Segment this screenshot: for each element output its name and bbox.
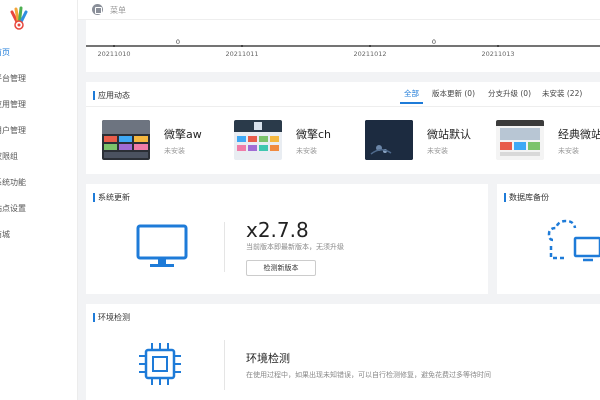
chart-card: 20211010 20211011 20211012 20211013 0 0 — [86, 20, 600, 72]
line-chart: 20211010 20211011 20211012 20211013 0 0 — [86, 38, 600, 58]
data-point — [113, 45, 115, 47]
divider — [224, 340, 225, 390]
app-status: 未安装 — [558, 147, 579, 155]
sidebar: 首页 平台管理 应用管理 用户管理 权限组 系统功能 站点设置 商城 — [0, 0, 78, 400]
divider — [86, 106, 600, 107]
x-tick-label: 20211012 — [353, 50, 386, 58]
version-note: 当前版本即最新版本，无须升级 — [246, 243, 344, 251]
sidebar-item-label: 系统功能 — [0, 178, 26, 187]
tab-all[interactable]: 全部 — [400, 88, 423, 104]
app-name: 经典微站 — [558, 128, 600, 141]
sidebar-item-label: 平台管理 — [0, 74, 26, 83]
monitor-icon — [136, 224, 188, 267]
sidebar-item-permissions[interactable]: 权限组 — [0, 144, 78, 170]
card-title: 环境检测 — [93, 313, 130, 322]
sidebar-item-label: 商城 — [0, 230, 10, 239]
app-status: 未安装 — [296, 147, 317, 155]
app-item[interactable]: 微擎aw 未安装 — [102, 120, 232, 164]
env-check-card: 环境检测 环境检测 在使用过程中，如果出现未知错误，可以自行检测修复，避免花费过… — [86, 304, 600, 400]
app-thumbnail — [102, 120, 150, 160]
app-name: 微站默认 — [427, 128, 471, 141]
sidebar-item-label: 站点设置 — [0, 204, 26, 213]
app-item[interactable]: 经典微站 未安装 — [496, 120, 600, 164]
sidebar-item-users[interactable]: 用户管理 — [0, 118, 78, 144]
data-point — [497, 45, 499, 47]
tab-branch-upgrade[interactable]: 分支升级 (0) — [488, 88, 531, 99]
card-title: 数据库备份 — [504, 193, 549, 202]
app-thumbnail — [496, 120, 544, 160]
data-label: 0 — [432, 38, 436, 46]
sidebar-item-site-settings[interactable]: 站点设置 — [0, 196, 78, 222]
x-tick-label: 20211010 — [97, 50, 130, 58]
app-name: 微擎ch — [296, 128, 332, 141]
menu-icon[interactable] — [92, 4, 103, 15]
sidebar-item-apps[interactable]: 应用管理 — [0, 92, 78, 118]
sidebar-item-store[interactable]: 商城 — [0, 222, 78, 248]
card-title: 系统更新 — [93, 193, 130, 202]
app-status: 未安装 — [164, 147, 185, 155]
sidebar-item-label: 应用管理 — [0, 100, 26, 109]
version-number: x2.7.8 — [246, 218, 309, 242]
data-point — [369, 45, 371, 47]
top-bar: 菜单 — [78, 0, 600, 20]
app-thumbnail — [234, 120, 282, 160]
sidebar-item-label: 用户管理 — [0, 126, 26, 135]
sidebar-item-system[interactable]: 系统功能 — [0, 170, 78, 196]
app-thumbnail — [365, 120, 413, 160]
sidebar-item-label: 权限组 — [0, 152, 18, 161]
divider — [224, 222, 225, 272]
top-bar-text: 菜单 — [110, 6, 126, 15]
tab-version-update[interactable]: 版本更新 (0) — [432, 88, 475, 99]
system-update-card: 系统更新 x2.7.8 当前版本即最新版本，无须升级 检测新版本 — [86, 184, 488, 294]
chip-icon — [139, 343, 181, 385]
x-tick-label: 20211013 — [481, 50, 514, 58]
card-title: 应用动态 — [93, 91, 130, 100]
app-dynamics-card: 应用动态 全部 版本更新 (0) 分支升级 (0) 未安装 (22) 微擎aw … — [86, 82, 600, 174]
data-point — [241, 45, 243, 47]
logo-icon — [10, 6, 28, 30]
data-label: 0 — [176, 38, 180, 46]
app-item[interactable]: 微擎ch 未安装 — [234, 120, 364, 164]
db-backup-card: 数据库备份 — [497, 184, 600, 294]
env-note: 在使用过程中，如果出现未知错误，可以自行检测修复，避免花费过多等待时间 — [246, 371, 491, 379]
sidebar-item-platform[interactable]: 平台管理 — [0, 66, 78, 92]
env-heading: 环境检测 — [246, 352, 290, 365]
app-item[interactable]: 微站默认 未安装 — [365, 120, 495, 164]
cloud-backup-icon — [547, 219, 600, 262]
check-update-button[interactable]: 检测新版本 — [246, 260, 316, 276]
app-name: 微擎aw — [164, 128, 202, 141]
app-status: 未安装 — [427, 147, 448, 155]
sidebar-item-home[interactable]: 首页 — [0, 40, 78, 66]
x-tick-label: 20211011 — [225, 50, 258, 58]
sidebar-item-label: 首页 — [0, 48, 10, 57]
tab-not-installed[interactable]: 未安装 (22) — [542, 88, 582, 99]
